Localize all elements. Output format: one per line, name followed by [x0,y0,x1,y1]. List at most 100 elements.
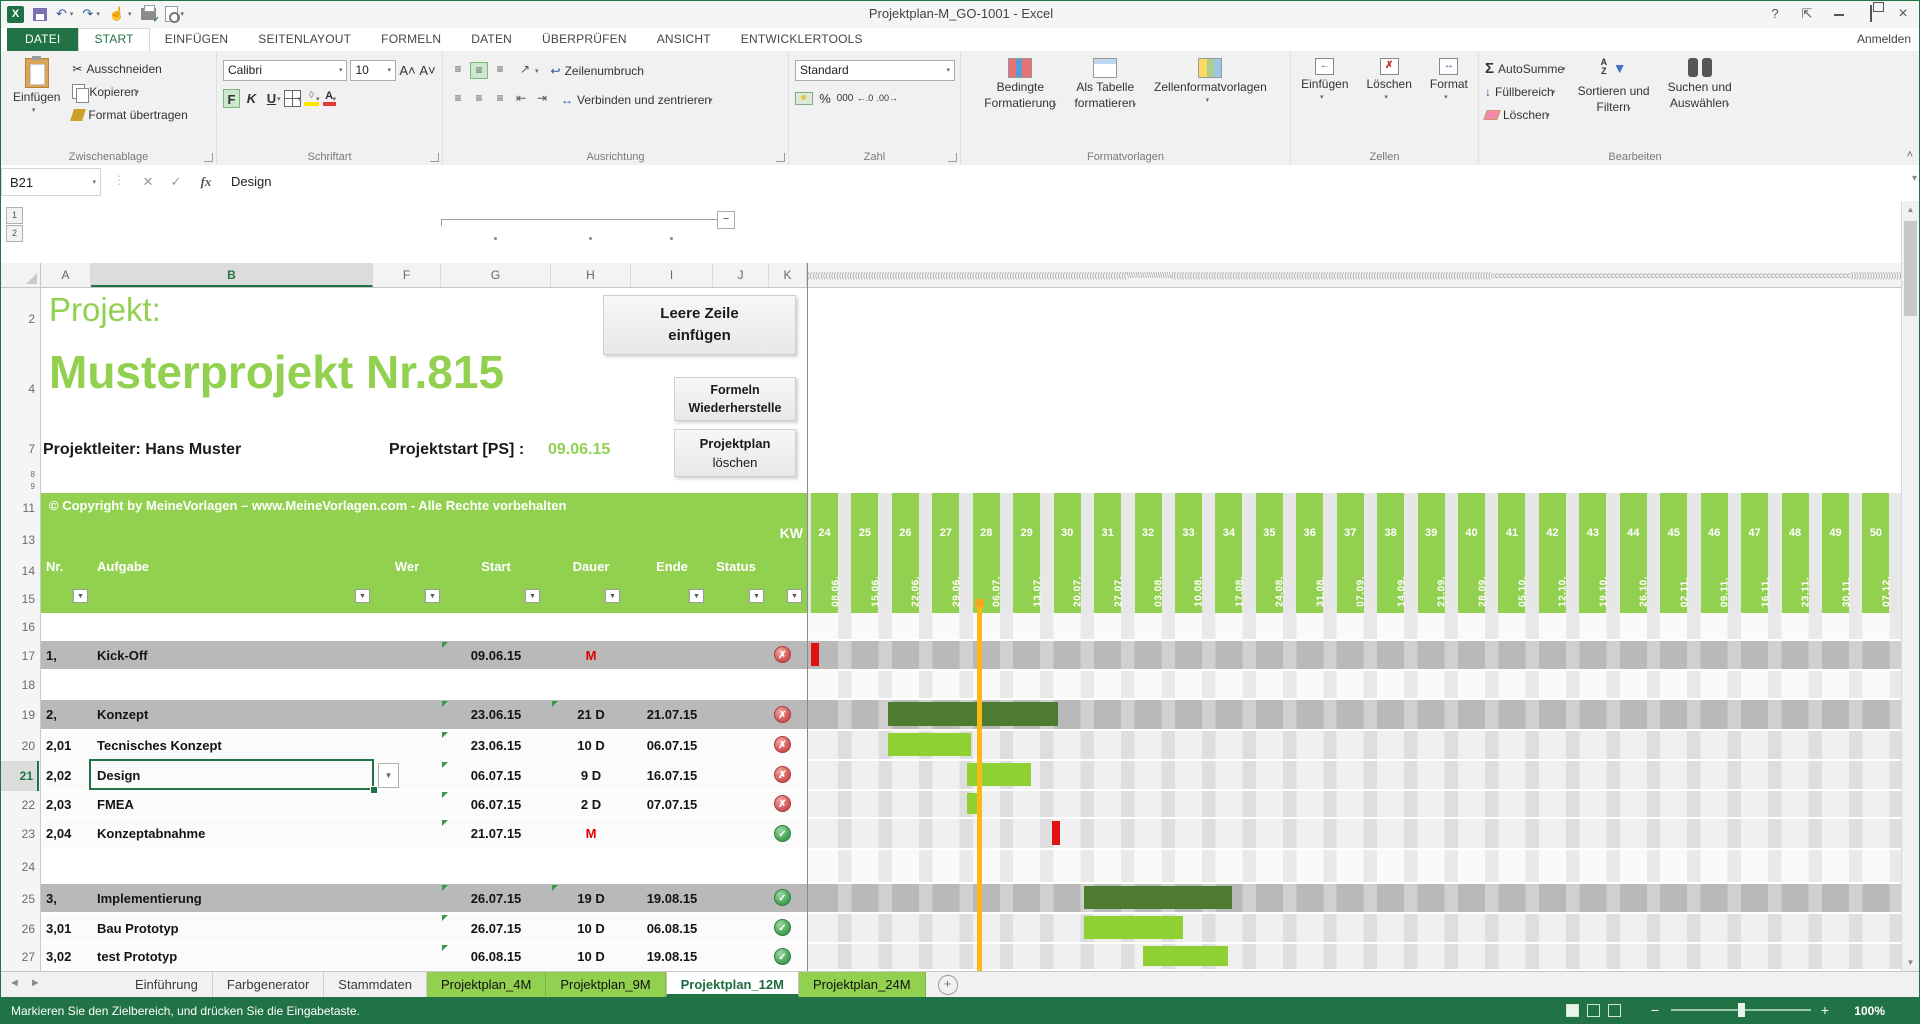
expand-formula-bar-icon[interactable]: ▾ [1912,173,1917,184]
zoom-out-icon[interactable]: − [1651,1002,1659,1018]
status-done-icon[interactable]: ✓ [774,919,791,936]
table-row-24[interactable] [41,850,1903,882]
find-select-button[interactable]: Suchen und Auswählen ▾ [1662,56,1738,147]
increase-indent-button[interactable]: ⇥ [533,91,551,108]
cell-styles-button[interactable]: Zellenformatvorlagen ▾ [1148,56,1273,147]
copy-button[interactable]: Kopieren▾ [72,81,187,102]
ribbon-tab-formeln[interactable]: FORMELN [366,28,456,51]
format-cells-button[interactable]: ↔ Format▾ [1424,56,1474,147]
ribbon-tab-seitenlayout[interactable]: SEITENLAYOUT [243,28,366,51]
row-header-9[interactable]: 9 [1,480,35,493]
row-header-24[interactable]: 24 [1,850,35,884]
table-row-26[interactable]: 3,01Bau Prototyp26.07.1510 D06.08.15✓ [41,914,1903,942]
sheet-nav-arrows[interactable]: ◄► [9,977,51,989]
column-header-K[interactable]: K [769,263,807,287]
restore-button[interactable] [1857,3,1885,25]
insert-cells-button[interactable]: ← Einfügen▾ [1295,56,1354,147]
ribbon-tab-überprüfen[interactable]: ÜBERPRÜFEN [527,28,642,51]
row-header-21[interactable]: 21 [1,761,39,791]
font-dialog-launcher-icon[interactable] [430,153,439,162]
insert-empty-row-button[interactable]: Leere Zeileeinfügen [603,295,796,355]
merge-center-button[interactable]: ↔Verbinden und zentrieren▾ [561,89,713,110]
align-middle-button[interactable]: ≡ [470,62,488,79]
column-header-I[interactable]: I [631,263,713,287]
table-row-19[interactable]: 2,Konzept23.06.1521 D21.07.15✗ [41,700,1903,729]
clear-projectplan-button[interactable]: Projektplanlöschen [674,429,796,477]
alignment-dialog-launcher-icon[interactable] [776,153,785,162]
fill-button[interactable]: ↓Füllbereich▾ [1485,81,1566,102]
number-format-combo[interactable]: Standard▾ [795,60,955,81]
confirm-entry-icon[interactable]: ✓ [163,168,189,196]
row-header-19[interactable]: 19 [1,700,35,731]
increase-decimal-button[interactable]: ←.0 [857,89,874,108]
format-painter-button[interactable]: Format übertragen [72,104,187,125]
row-header-20[interactable]: 20 [1,731,35,761]
zoom-slider-thumb[interactable] [1738,1003,1745,1017]
collapse-group-button[interactable]: − [717,211,735,229]
delete-cells-button[interactable]: ✗ Löschen▾ [1361,56,1418,147]
page-layout-view-icon[interactable] [1587,1004,1600,1017]
status-done-icon[interactable]: ✓ [774,889,791,906]
ribbon-tab-entwicklertools[interactable]: ENTWICKLERTOOLS [726,28,878,51]
column-header-F[interactable]: F [373,263,441,287]
ribbon-tab-start[interactable]: START [78,28,149,51]
row-header-7[interactable]: 7 [1,429,35,469]
status-open-icon[interactable]: ✗ [774,795,791,812]
number-dialog-launcher-ic[interactable] [948,153,957,162]
sheet-tab-einführung[interactable]: Einführung [121,972,213,997]
zoom-in-icon[interactable]: + [1821,1002,1829,1018]
decrease-decimal-button[interactable]: .00→ [877,89,899,108]
currency-icon[interactable] [795,92,813,105]
project-start-date[interactable]: 09.06.15 [548,441,610,459]
italic-button[interactable]: K [243,89,260,108]
table-row-16[interactable] [41,613,1903,639]
table-row-22[interactable]: 2,03FMEA06.07.152 D07.07.15✗ [41,791,1903,817]
table-row-25[interactable]: 3,Implementierung26.07.1519 D19.08.15✓ [41,884,1903,912]
status-open-icon[interactable]: ✗ [774,736,791,753]
insert-function-icon[interactable]: fx [193,168,219,196]
status-open-icon[interactable]: ✗ [774,646,791,663]
row-header-13[interactable]: 13 [1,523,35,557]
conditional-formatting-button[interactable]: Bedingte Formatierung ▾ [978,56,1062,147]
bold-button[interactable]: F [223,89,240,108]
sheet-tab-projektplan_9m[interactable]: Projektplan_9M [546,972,665,997]
zoom-percentage[interactable]: 100% [1854,1004,1885,1018]
column-header-H[interactable]: H [551,263,631,287]
row-header-2[interactable]: 2 [1,289,35,349]
column-header-B[interactable]: B [91,263,373,287]
row-header-27[interactable]: 27 [1,944,35,971]
minimize-button[interactable] [1825,3,1853,25]
row-header-26[interactable]: 26 [1,914,35,944]
ribbon-display-options-button[interactable]: ⇱ [1793,3,1821,25]
sort-filter-button[interactable]: AZ▼ Sortieren und Filtern ▾ [1572,56,1656,147]
filter-button-J[interactable]: ▼ [749,589,764,603]
autosum-button[interactable]: ΣAutoSumme▾ [1485,58,1566,79]
status-open-icon[interactable]: ✗ [774,766,791,783]
table-row-20[interactable]: 2,01Tecnisches Konzept23.06.1510 D06.07.… [41,731,1903,759]
fill-handle[interactable] [370,786,378,794]
scroll-up-icon[interactable]: ▲ [1902,201,1919,218]
row-header-17[interactable]: 17 [1,641,35,671]
row-header-18[interactable]: 18 [1,671,35,700]
column-header-A[interactable]: A [41,263,91,287]
filter-button-G[interactable]: ▼ [525,589,540,603]
collapse-ribbon-icon[interactable]: ˄ [1907,149,1913,161]
sheet-tab-farbgenerator[interactable]: Farbgenerator [213,972,324,997]
format-as-table-button[interactable]: Als Tabelle formatieren ▾ [1068,56,1142,147]
selected-cell-outline[interactable] [89,759,374,790]
filter-button-A[interactable]: ▼ [73,589,88,603]
row-header-22[interactable]: 22 [1,791,35,819]
page-break-view-icon[interactable] [1608,1004,1621,1017]
align-top-button[interactable]: ≡ [449,62,467,79]
filter-button-I[interactable]: ▼ [689,589,704,603]
help-button[interactable]: ? [1761,3,1789,25]
row-header-14[interactable]: 14 [1,557,35,585]
sheet-tab-stammdaten[interactable]: Stammdaten [324,972,427,997]
table-row-27[interactable]: 3,02test Prototyp06.08.1510 D19.08.15✓ [41,944,1903,969]
table-row-17[interactable]: 1,Kick-Off09.06.15M✗ [41,641,1903,669]
decrease-indent-button[interactable]: ⇤ [512,91,530,108]
wrap-text-button[interactable]: ↩Zeilenumbruch [551,60,644,81]
filter-button-K[interactable]: ▼ [787,589,802,603]
percent-button[interactable]: % [817,89,834,108]
sheet-tab-projektplan_4m[interactable]: Projektplan_4M [427,972,546,997]
